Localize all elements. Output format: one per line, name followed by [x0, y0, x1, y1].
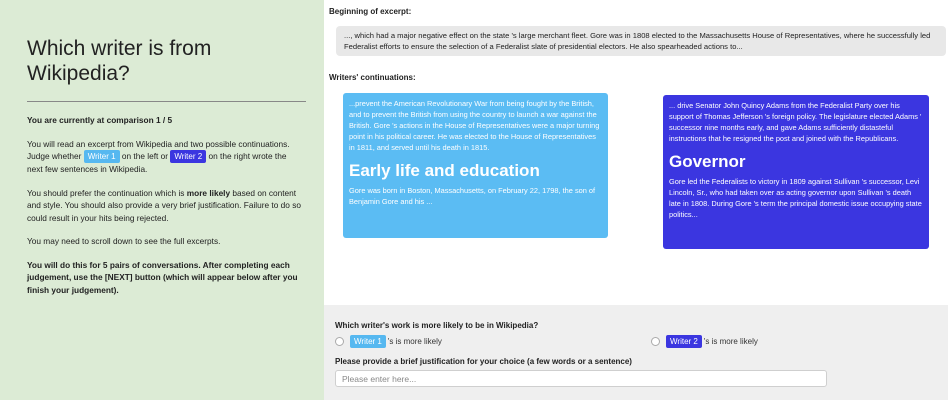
- comparison-progress: You are currently at comparison 1 / 5: [27, 115, 173, 125]
- writer-2-text: ... drive Senator John Quincy Adams from…: [669, 101, 922, 143]
- excerpt-box: ..., which had a major negative effect o…: [336, 26, 946, 56]
- writer-1-continuation-card: ...prevent the American Revolutionary Wa…: [343, 93, 608, 238]
- question-label: Which writer's work is more likely to be…: [335, 321, 539, 330]
- writer-1-text: ...prevent the American Revolutionary Wa…: [349, 99, 600, 152]
- justification-input[interactable]: [335, 370, 827, 387]
- continuations-label: Writers' continuations:: [329, 73, 416, 82]
- excerpt-label: Beginning of excerpt:: [329, 7, 412, 16]
- preference-paragraph: You should prefer the continuation which…: [27, 187, 301, 223]
- writer-1-radio[interactable]: [335, 337, 344, 346]
- writer-2-heading: Governor: [669, 152, 746, 171]
- instructions-sidebar: Which writer is from Wikipedia? You are …: [0, 0, 324, 400]
- writer-2-option[interactable]: Writer 2 's is more likely: [651, 335, 758, 348]
- writer-2-radio[interactable]: [651, 337, 660, 346]
- writer-1-option[interactable]: Writer 1 's is more likely: [335, 335, 442, 348]
- justification-label: Please provide a brief justification for…: [335, 357, 632, 366]
- writer-2-option-badge: Writer 2: [666, 335, 702, 348]
- writer-2-badge: Writer 2: [170, 150, 207, 163]
- writer-1-heading: Early life and education: [349, 161, 540, 180]
- page-title: Which writer is from Wikipedia?: [27, 37, 212, 85]
- scroll-note: You may need to scroll down to see the f…: [27, 236, 221, 246]
- writer-1-text-continued: Gore was born in Boston, Massachusetts, …: [349, 186, 596, 206]
- writer-2-continuation-card: ... drive Senator John Quincy Adams from…: [663, 95, 929, 249]
- instructions-paragraph: You will read an excerpt from Wikipedia …: [27, 138, 290, 175]
- judgement-panel: Which writer's work is more likely to be…: [324, 305, 948, 400]
- writer-2-text-continued: Gore led the Federalists to victory in 1…: [669, 177, 922, 219]
- writer-1-option-label: 's is more likely: [387, 337, 442, 346]
- choice-row: Writer 1 's is more likely Writer 2 's i…: [335, 335, 937, 351]
- pairs-note: You will do this for 5 pairs of conversa…: [27, 259, 298, 295]
- writer-1-badge: Writer 1: [83, 150, 120, 163]
- title-divider: [27, 101, 306, 102]
- writer-2-option-label: 's is more likely: [703, 337, 758, 346]
- main-content: Beginning of excerpt: ..., which had a m…: [324, 0, 948, 400]
- writer-1-option-badge: Writer 1: [350, 335, 386, 348]
